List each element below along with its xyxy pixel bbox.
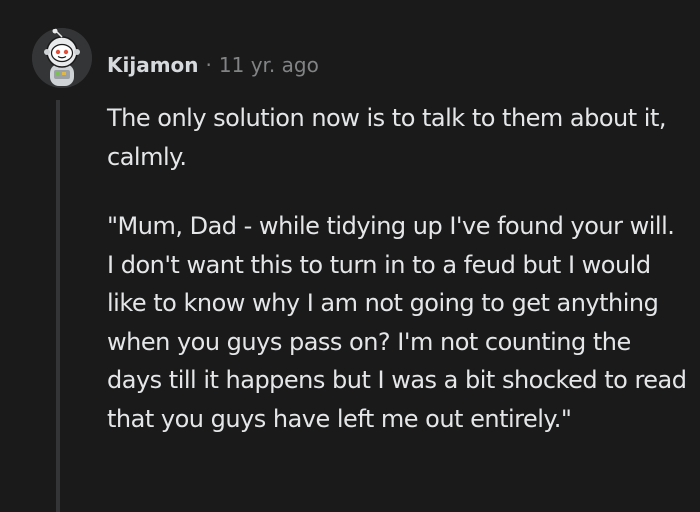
author-name[interactable]: Kijamon [107, 53, 199, 77]
comment-paragraph: "Mum, Dad - while tidying up I've found … [107, 212, 687, 433]
comment-paragraph: The only solution now is to talk to them… [107, 104, 667, 171]
comment-timestamp[interactable]: 11 yr. ago [219, 53, 319, 77]
meta-separator: · [205, 53, 212, 77]
comment-body: The only solution now is to talk to them… [107, 99, 687, 438]
avatar[interactable] [32, 28, 92, 88]
thread-collapse-line[interactable] [56, 100, 60, 512]
comment-meta: Kijamon · 11 yr. ago [107, 50, 319, 80]
snoo-astronaut-avatar-icon [32, 28, 92, 88]
comment: Kijamon · 11 yr. ago The only solution n… [0, 0, 700, 512]
